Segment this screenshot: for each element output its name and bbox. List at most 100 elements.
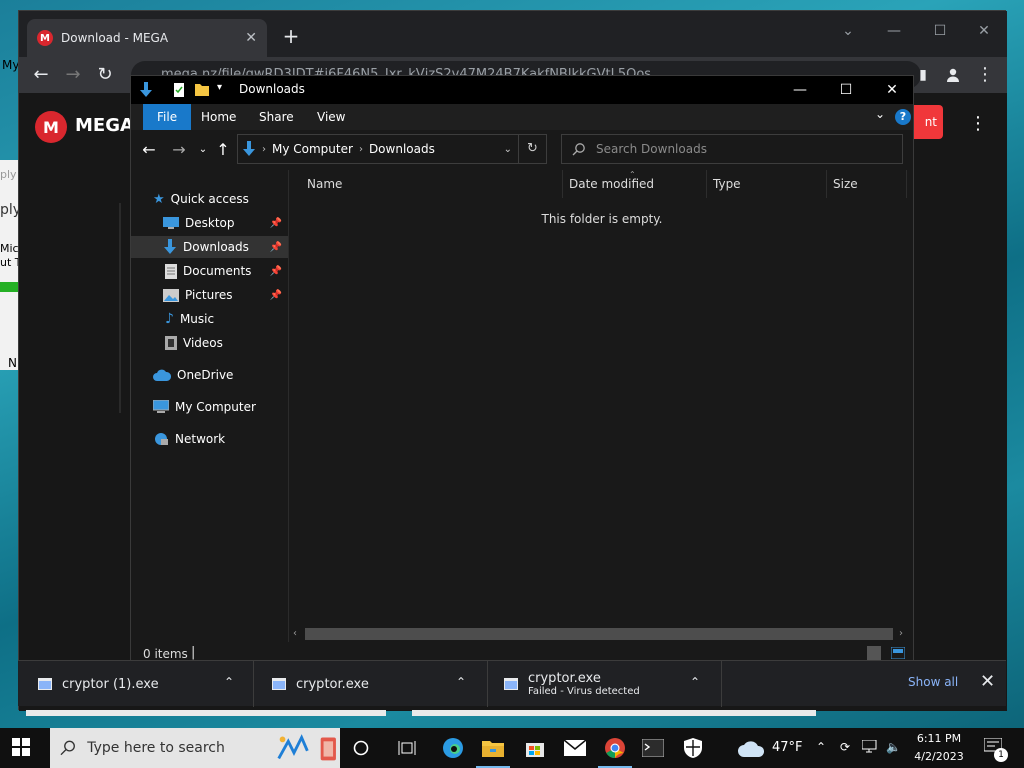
- forward-arrow-icon[interactable]: →: [59, 61, 87, 89]
- browser-tab[interactable]: M Download - MEGA ✕: [27, 19, 267, 57]
- mega-account-button[interactable]: nt: [909, 105, 943, 139]
- pin-icon[interactable]: 📌: [270, 266, 282, 277]
- cortana-icon[interactable]: [348, 736, 374, 760]
- tab-search-icon[interactable]: ⌄: [825, 15, 871, 47]
- close-icon[interactable]: ✕: [869, 76, 915, 104]
- task-view-icon[interactable]: [394, 736, 420, 760]
- chevron-up-icon[interactable]: ⌃: [456, 675, 466, 689]
- maximize-icon[interactable]: ☐: [823, 76, 869, 104]
- menu-icon[interactable]: ⋮: [971, 61, 999, 89]
- nav-item-my-computer[interactable]: My Computer: [131, 396, 288, 418]
- tab-view[interactable]: View: [303, 104, 359, 130]
- pin-icon[interactable]: 📌: [270, 290, 282, 301]
- tab-share[interactable]: Share: [245, 104, 308, 130]
- tab-file[interactable]: File: [143, 104, 192, 130]
- pin-icon[interactable]: 📌: [270, 242, 282, 253]
- nav-item-onedrive[interactable]: OneDrive: [131, 364, 288, 386]
- minimize-icon[interactable]: —: [777, 76, 823, 104]
- scroll-left-icon[interactable]: ‹: [293, 626, 297, 642]
- large-icons-view-icon[interactable]: [891, 647, 905, 659]
- download-item-failed[interactable]: cryptor.exe Failed - Virus detected ⌃: [488, 661, 722, 707]
- download-item[interactable]: cryptor.exe ⌃: [254, 661, 488, 707]
- properties-icon[interactable]: [173, 82, 185, 98]
- minimize-icon[interactable]: —: [871, 15, 917, 47]
- star-icon: ★: [153, 191, 165, 207]
- tab-home[interactable]: Home: [187, 104, 250, 130]
- clock-time[interactable]: 6:11 PM: [916, 732, 962, 745]
- forward-arrow-icon[interactable]: →: [167, 138, 191, 162]
- back-arrow-icon[interactable]: ←: [27, 61, 55, 89]
- back-arrow-icon[interactable]: ←: [137, 138, 161, 162]
- nav-item-quick-access[interactable]: ★ Quick access: [131, 188, 288, 210]
- mega-logo-icon[interactable]: M: [35, 111, 67, 143]
- nav-item-desktop[interactable]: Desktop 📌: [131, 212, 288, 234]
- reload-icon[interactable]: ↻: [91, 61, 119, 89]
- nav-item-documents[interactable]: Documents 📌: [131, 260, 288, 282]
- download-item[interactable]: cryptor (1).exe ⌃: [18, 661, 254, 707]
- show-all-link[interactable]: Show all: [908, 675, 958, 689]
- videos-icon: [165, 336, 177, 350]
- search-box[interactable]: [561, 134, 903, 164]
- item-count: 0 items: [143, 647, 188, 661]
- terminal-icon[interactable]: [640, 736, 666, 760]
- nav-item-videos[interactable]: Videos: [131, 332, 288, 354]
- chevron-up-icon[interactable]: ⌃: [690, 675, 700, 689]
- weather-cloud-icon[interactable]: [738, 736, 764, 760]
- taskbar: 47°F ⌃ ⟳ 🔈 6:11 PM 4/2/2023 1: [0, 728, 1024, 768]
- search-icon: [60, 740, 75, 756]
- column-header-name[interactable]: Name: [301, 170, 563, 198]
- up-arrow-icon[interactable]: ↑: [211, 138, 235, 162]
- mail-icon[interactable]: [562, 736, 588, 760]
- store-icon[interactable]: [522, 736, 548, 760]
- new-tab-button[interactable]: +: [277, 23, 305, 51]
- edge-browser-icon[interactable]: [440, 736, 466, 760]
- search-input[interactable]: [596, 142, 886, 156]
- tab-close-icon[interactable]: ✕: [245, 30, 257, 46]
- new-folder-icon[interactable]: [195, 82, 209, 96]
- address-row: ← → ⌄ ↑ › My Computer › Downloads ⌄ ↻: [131, 130, 913, 170]
- security-shield-icon[interactable]: [680, 736, 706, 760]
- backup-sync-icon[interactable]: ⟳: [840, 740, 850, 754]
- nav-label: Quick access: [170, 192, 249, 206]
- nav-label: Videos: [183, 336, 223, 350]
- expand-ribbon-icon[interactable]: ⌄: [875, 107, 885, 121]
- mega-menu-icon[interactable]: ⋮: [969, 113, 987, 134]
- nav-label: Documents: [183, 264, 252, 278]
- horizontal-scrollbar[interactable]: ‹ ›: [289, 626, 913, 642]
- clock-date[interactable]: 4/2/2023: [912, 750, 966, 763]
- column-header-size[interactable]: Size: [827, 170, 907, 198]
- profile-icon[interactable]: [939, 61, 967, 89]
- nav-item-pictures[interactable]: Pictures 📌: [131, 284, 288, 306]
- volume-icon[interactable]: 🔈: [886, 740, 901, 754]
- customize-toolbar-icon[interactable]: ▾: [217, 82, 222, 93]
- show-hidden-icons-icon[interactable]: ⌃: [816, 740, 826, 754]
- chrome-icon[interactable]: [598, 736, 632, 768]
- mega-logo-text: MEGA: [75, 115, 134, 136]
- file-explorer-icon[interactable]: [476, 736, 510, 768]
- windows-start-icon[interactable]: [12, 738, 30, 756]
- breadcrumb-my-computer[interactable]: My Computer: [272, 142, 353, 156]
- weather-temperature[interactable]: 47°F: [772, 740, 803, 755]
- pictures-icon: [163, 288, 179, 302]
- status-divider: |: [191, 645, 196, 660]
- nav-item-downloads[interactable]: Downloads 📌: [131, 236, 288, 258]
- taskbar-search-input[interactable]: [87, 740, 262, 756]
- address-dropdown-icon[interactable]: ⌄: [504, 144, 512, 155]
- breadcrumb[interactable]: › My Computer › Downloads ⌄ ↻: [237, 134, 547, 164]
- scrollbar-thumb[interactable]: [305, 628, 893, 640]
- maximize-icon[interactable]: ☐: [917, 15, 963, 47]
- column-header-type[interactable]: Type: [707, 170, 827, 198]
- pin-icon[interactable]: 📌: [270, 218, 282, 229]
- nav-item-music[interactable]: ♪ Music: [131, 308, 288, 330]
- network-tray-icon[interactable]: [862, 740, 878, 754]
- taskbar-search[interactable]: [50, 728, 340, 768]
- close-window-icon[interactable]: ✕: [961, 15, 1007, 47]
- scroll-right-icon[interactable]: ›: [899, 626, 903, 642]
- refresh-icon[interactable]: ↻: [518, 135, 546, 163]
- cloud-icon: [153, 369, 171, 381]
- chevron-up-icon[interactable]: ⌃: [224, 675, 234, 689]
- close-downloads-icon[interactable]: ✕: [980, 671, 995, 692]
- help-icon[interactable]: ?: [895, 109, 911, 125]
- breadcrumb-downloads[interactable]: Downloads: [369, 142, 435, 156]
- nav-item-network[interactable]: Network: [131, 428, 288, 450]
